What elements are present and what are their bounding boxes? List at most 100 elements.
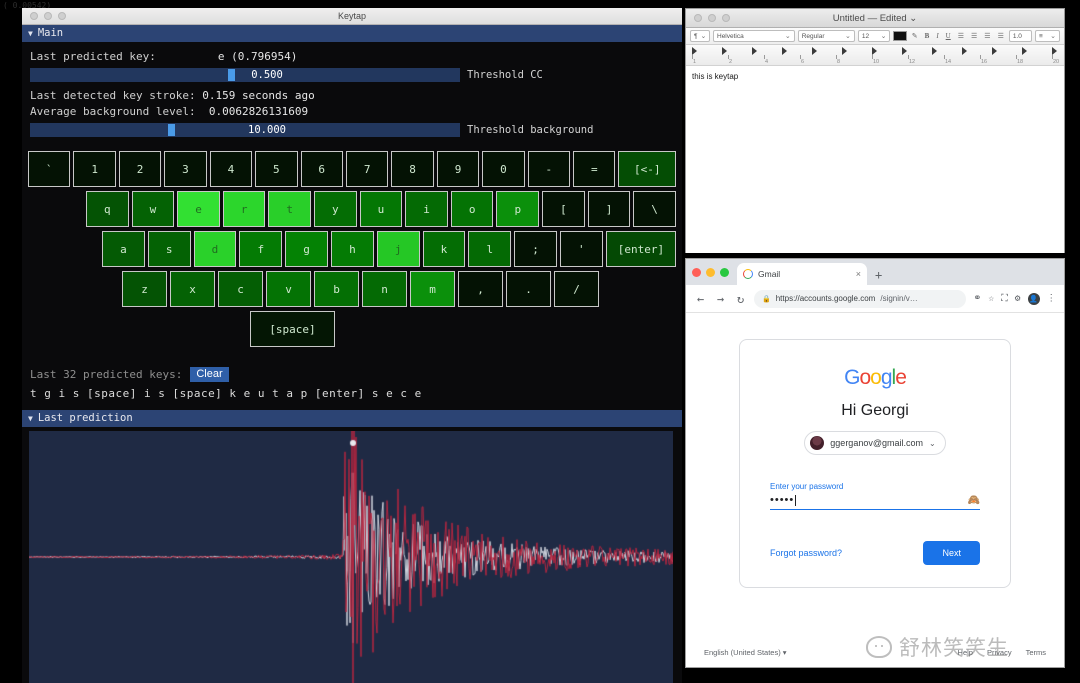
textedit-ruler[interactable]: 1 2 4 6 8 10 12 14 16 18 20 bbox=[686, 45, 1064, 66]
tab-stop-marker[interactable] bbox=[902, 47, 907, 55]
tab-stop-marker[interactable] bbox=[932, 47, 937, 55]
maximize-button[interactable] bbox=[720, 267, 729, 277]
key-m[interactable]: m bbox=[410, 271, 455, 307]
key-r[interactable]: r bbox=[222, 191, 266, 227]
tab-stop-marker[interactable] bbox=[812, 47, 817, 55]
menu-icon[interactable]: ⋮ bbox=[1047, 293, 1057, 304]
close-icon[interactable]: × bbox=[856, 269, 861, 279]
key-sym[interactable]: / bbox=[554, 271, 599, 307]
key-sym[interactable]: = bbox=[573, 151, 616, 187]
threshold-background-slider[interactable]: 10.000 bbox=[30, 123, 460, 137]
virtual-keyboard[interactable]: ` 1 2 3 4 5 6 7 8 9 0- = [<-] q w e r t y u i o p[] \ a s d f g h j k l;… bbox=[22, 143, 682, 353]
forward-icon[interactable]: → bbox=[714, 292, 727, 306]
key-s[interactable]: s bbox=[147, 231, 191, 267]
keytap-titlebar[interactable]: Keytap bbox=[22, 8, 682, 25]
key-w[interactable]: w bbox=[131, 191, 175, 227]
font-size-select[interactable]: 12 bbox=[857, 30, 891, 42]
textedit-document[interactable]: this is keytap bbox=[686, 66, 1064, 253]
bold-button[interactable]: B bbox=[923, 32, 932, 40]
italic-button[interactable]: I bbox=[934, 32, 940, 40]
key-sym[interactable]: ; bbox=[514, 231, 557, 267]
section-main-header[interactable]: ▼ Main bbox=[22, 25, 682, 43]
key-sym[interactable]: , bbox=[458, 271, 503, 307]
key-[interactable]: [ bbox=[542, 191, 585, 227]
terms-link[interactable]: Terms bbox=[1026, 648, 1046, 657]
key-symsym[interactable]: [<-] bbox=[618, 151, 676, 187]
back-icon[interactable]: ← bbox=[694, 292, 707, 306]
align-justify-icon[interactable]: ☰ bbox=[996, 32, 1006, 40]
new-tab-button[interactable]: + bbox=[867, 268, 890, 285]
key-sym[interactable]: \ bbox=[633, 191, 676, 227]
omnibar-icons[interactable]: ⚭ ☆ ⛶ ⚙ 👤 ⋮ bbox=[973, 292, 1057, 305]
key-v[interactable]: v bbox=[266, 271, 311, 307]
key-l[interactable]: l bbox=[468, 231, 512, 267]
account-chip[interactable]: ggerganov@gmail.com ⌄ bbox=[804, 431, 946, 455]
star-icon[interactable]: ☆ bbox=[988, 293, 994, 304]
key-6[interactable]: 6 bbox=[300, 151, 343, 187]
tab-stop-marker[interactable] bbox=[692, 47, 697, 55]
key-3[interactable]: 3 bbox=[164, 151, 207, 187]
profile-icon[interactable]: 👤 bbox=[1027, 292, 1040, 305]
text-color-swatch[interactable] bbox=[893, 31, 907, 41]
key-d[interactable]: d bbox=[193, 231, 237, 267]
next-button[interactable]: Next bbox=[923, 541, 980, 565]
align-right-icon[interactable]: ☰ bbox=[982, 32, 992, 40]
key-0[interactable]: 0 bbox=[482, 151, 525, 187]
textedit-titlebar[interactable]: Untitled — Edited ⌄ bbox=[686, 9, 1064, 28]
window-controls[interactable] bbox=[692, 259, 737, 285]
key-2[interactable]: 2 bbox=[118, 151, 162, 187]
forgot-password-link[interactable]: Forgot password? bbox=[770, 548, 842, 558]
key-a[interactable]: a bbox=[102, 231, 145, 267]
key-space[interactable]: [space] bbox=[250, 311, 335, 347]
key-8[interactable]: 8 bbox=[391, 151, 434, 187]
key-y[interactable]: y bbox=[314, 191, 357, 227]
password-input[interactable]: ••••• 🙈 bbox=[770, 494, 980, 510]
key-sym[interactable]: ' bbox=[559, 231, 603, 267]
tab-stop-marker[interactable] bbox=[722, 47, 727, 55]
section-last-prediction-header[interactable]: ▼ Last prediction bbox=[22, 410, 682, 428]
key-p[interactable]: p bbox=[496, 191, 540, 227]
key-k[interactable]: k bbox=[422, 231, 466, 267]
tab-stop-marker[interactable] bbox=[872, 47, 877, 55]
key-e[interactable]: e bbox=[177, 191, 220, 227]
tab-stop-marker[interactable] bbox=[1052, 47, 1057, 55]
extension-icon[interactable]: ⚙ bbox=[1015, 293, 1021, 304]
slider-knob[interactable] bbox=[167, 124, 175, 136]
help-link[interactable]: Help bbox=[958, 648, 973, 657]
textedit-toolbar[interactable]: ¶ Helvetica Regular 12 ✎ B I U ☰ ☰ ☰ ☰ 1… bbox=[686, 28, 1064, 45]
key-4[interactable]: 4 bbox=[209, 151, 253, 187]
paragraph-style-menu[interactable]: ¶ bbox=[690, 30, 710, 42]
privacy-link[interactable]: Privacy bbox=[987, 648, 1012, 657]
key-enter[interactable]: [enter] bbox=[605, 231, 677, 267]
clear-button[interactable]: Clear bbox=[190, 367, 229, 382]
tab-stop-marker[interactable] bbox=[842, 47, 847, 55]
key-c[interactable]: c bbox=[218, 271, 263, 307]
key-7[interactable]: 7 bbox=[345, 151, 389, 187]
eye-off-icon[interactable]: 🙈 bbox=[968, 495, 980, 506]
align-left-icon[interactable]: ☰ bbox=[956, 32, 966, 40]
language-selector[interactable]: English (United States) ▾ bbox=[704, 648, 787, 657]
minimize-button[interactable] bbox=[706, 267, 715, 277]
tab-stop-marker[interactable] bbox=[752, 47, 757, 55]
reload-icon[interactable]: ↻ bbox=[734, 292, 747, 306]
key-z[interactable]: z bbox=[122, 271, 167, 307]
key-sym[interactable]: - bbox=[527, 151, 571, 187]
tab-stop-marker[interactable] bbox=[962, 47, 967, 55]
tab-gmail[interactable]: Gmail × bbox=[737, 263, 867, 285]
cast-icon[interactable]: ⛶ bbox=[1001, 293, 1008, 304]
highlight-icon[interactable]: ✎ bbox=[910, 32, 920, 40]
underline-button[interactable]: U bbox=[944, 32, 953, 40]
key-j[interactable]: j bbox=[376, 231, 420, 267]
key-sym[interactable]: . bbox=[506, 271, 551, 307]
tab-stop-marker[interactable] bbox=[782, 47, 787, 55]
key-q[interactable]: q bbox=[86, 191, 129, 227]
threshold-cc-slider[interactable]: 0.500 bbox=[30, 68, 460, 82]
key-5[interactable]: 5 bbox=[255, 151, 298, 187]
slider-knob[interactable] bbox=[227, 69, 235, 81]
key-g[interactable]: g bbox=[285, 231, 328, 267]
key-o[interactable]: o bbox=[450, 191, 494, 227]
key-f[interactable]: f bbox=[239, 231, 283, 267]
key-u[interactable]: u bbox=[359, 191, 403, 227]
footer-links[interactable]: Help Privacy Terms bbox=[958, 648, 1046, 657]
tab-stop-marker[interactable] bbox=[992, 47, 997, 55]
